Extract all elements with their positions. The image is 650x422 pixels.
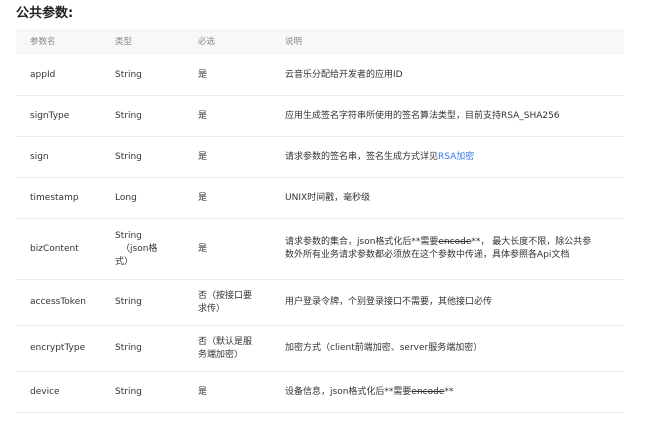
param-required: 是 [198, 151, 208, 162]
param-required: 是 [198, 192, 208, 203]
param-type: String [115, 343, 142, 353]
desc-text: 请求参数的签名串，签名生成方式详见 [285, 151, 439, 162]
param-name: timestamp [30, 192, 79, 203]
param-desc: 请求参数的签名串，签名生成方式详见 RSA加密 [285, 137, 620, 177]
desc-strike: encode [411, 386, 445, 397]
param-name: signType [30, 110, 70, 121]
section-title: 公共参数: [16, 6, 74, 21]
header-desc: 说明 [285, 36, 303, 47]
required-line: 否（按接口要 [198, 290, 253, 301]
type-line: 式） [115, 256, 134, 267]
page: 公共参数: 参数名 类型 必选 说明 appId String 是 云音乐分配给… [0, 0, 650, 422]
table-row: timestamp Long 是 UNIX时间戳，毫秒级 [16, 178, 624, 219]
param-name: accessToken [30, 297, 86, 307]
table-row: appId String 是 云音乐分配给开发者的应用ID [16, 55, 624, 96]
header-required: 必选 [198, 36, 216, 47]
desc-text: 数外所有业务请求参数都必须放在这个参数中传递，具体参照各Api文档 [285, 250, 570, 260]
required-line: 求传） [198, 303, 226, 314]
rsa-link[interactable]: RSA加密 [438, 151, 474, 164]
param-desc: 加密方式（client前端加密、server服务端加密） [285, 343, 483, 353]
type-line: （json格 [121, 243, 158, 254]
desc-text: 请求参数的集合，json格式化后**需要 [285, 237, 439, 247]
table-row: signType String 是 应用生成签名字符串所使用的签名算法类型，目前… [16, 96, 624, 137]
desc-text: 设备信息，json格式化后**需要 [285, 386, 412, 397]
param-name: device [30, 386, 60, 397]
param-type: String [115, 297, 142, 307]
param-type: String [115, 110, 142, 121]
desc-text: **， 最大长度不限，除公共参 [471, 237, 592, 247]
required-line: 否（默认是服 [198, 336, 253, 347]
param-type: String （json格 式） [115, 219, 199, 279]
param-required: 是 [198, 386, 208, 397]
param-name: bizContent [30, 243, 79, 254]
table-header: 参数名 类型 必选 说明 [16, 29, 624, 55]
param-required: 是 [198, 110, 208, 121]
required-line: 务端加密） [198, 349, 244, 360]
type-line: String [115, 230, 142, 241]
param-required: 是 [198, 69, 208, 80]
param-desc: 用户登录令牌，个别登录接口不需要，其他接口必传 [285, 297, 493, 307]
table-row: encryptType String 否（默认是服 务端加密） 加密方式（cli… [16, 326, 624, 372]
desc-strike: encode [438, 237, 472, 247]
param-name: appId [30, 69, 56, 80]
param-desc: UNIX时间戳，毫秒级 [285, 192, 371, 203]
param-type: String [115, 69, 142, 80]
param-desc: 设备信息，json格式化后**需要 encode ** [285, 372, 620, 412]
param-required: 否（按接口要 求传） [198, 280, 282, 325]
header-type: 类型 [115, 36, 133, 47]
param-type: String [115, 386, 142, 397]
table-row: sign String 是 请求参数的签名串，签名生成方式详见 RSA加密 [16, 137, 624, 178]
param-required: 否（默认是服 务端加密） [198, 326, 282, 371]
params-table: 参数名 类型 必选 说明 appId String 是 云音乐分配给开发者的应用… [16, 29, 624, 413]
table-row: device String 是 设备信息，json格式化后**需要 encode *… [16, 372, 624, 413]
param-name: encryptType [30, 343, 86, 353]
header-name: 参数名 [30, 36, 56, 47]
param-type: String [115, 151, 142, 162]
param-desc: 请求参数的集合，json格式化后**需要encode**， 最大长度不限，除公共… [285, 219, 620, 279]
param-desc: 应用生成签名字符串所使用的签名算法类型，目前支持RSA_SHA256 [285, 110, 560, 121]
param-name: sign [30, 151, 49, 162]
desc-text: ** [444, 386, 454, 397]
param-desc: 云音乐分配给开发者的应用ID [285, 69, 403, 80]
param-required: 是 [198, 243, 208, 254]
table-row: accessToken String 否（按接口要 求传） 用户登录令牌，个别登… [16, 280, 624, 326]
param-type: Long [115, 192, 137, 203]
table-row: bizContent String （json格 式） 是 请求参数的集合，js… [16, 219, 624, 280]
